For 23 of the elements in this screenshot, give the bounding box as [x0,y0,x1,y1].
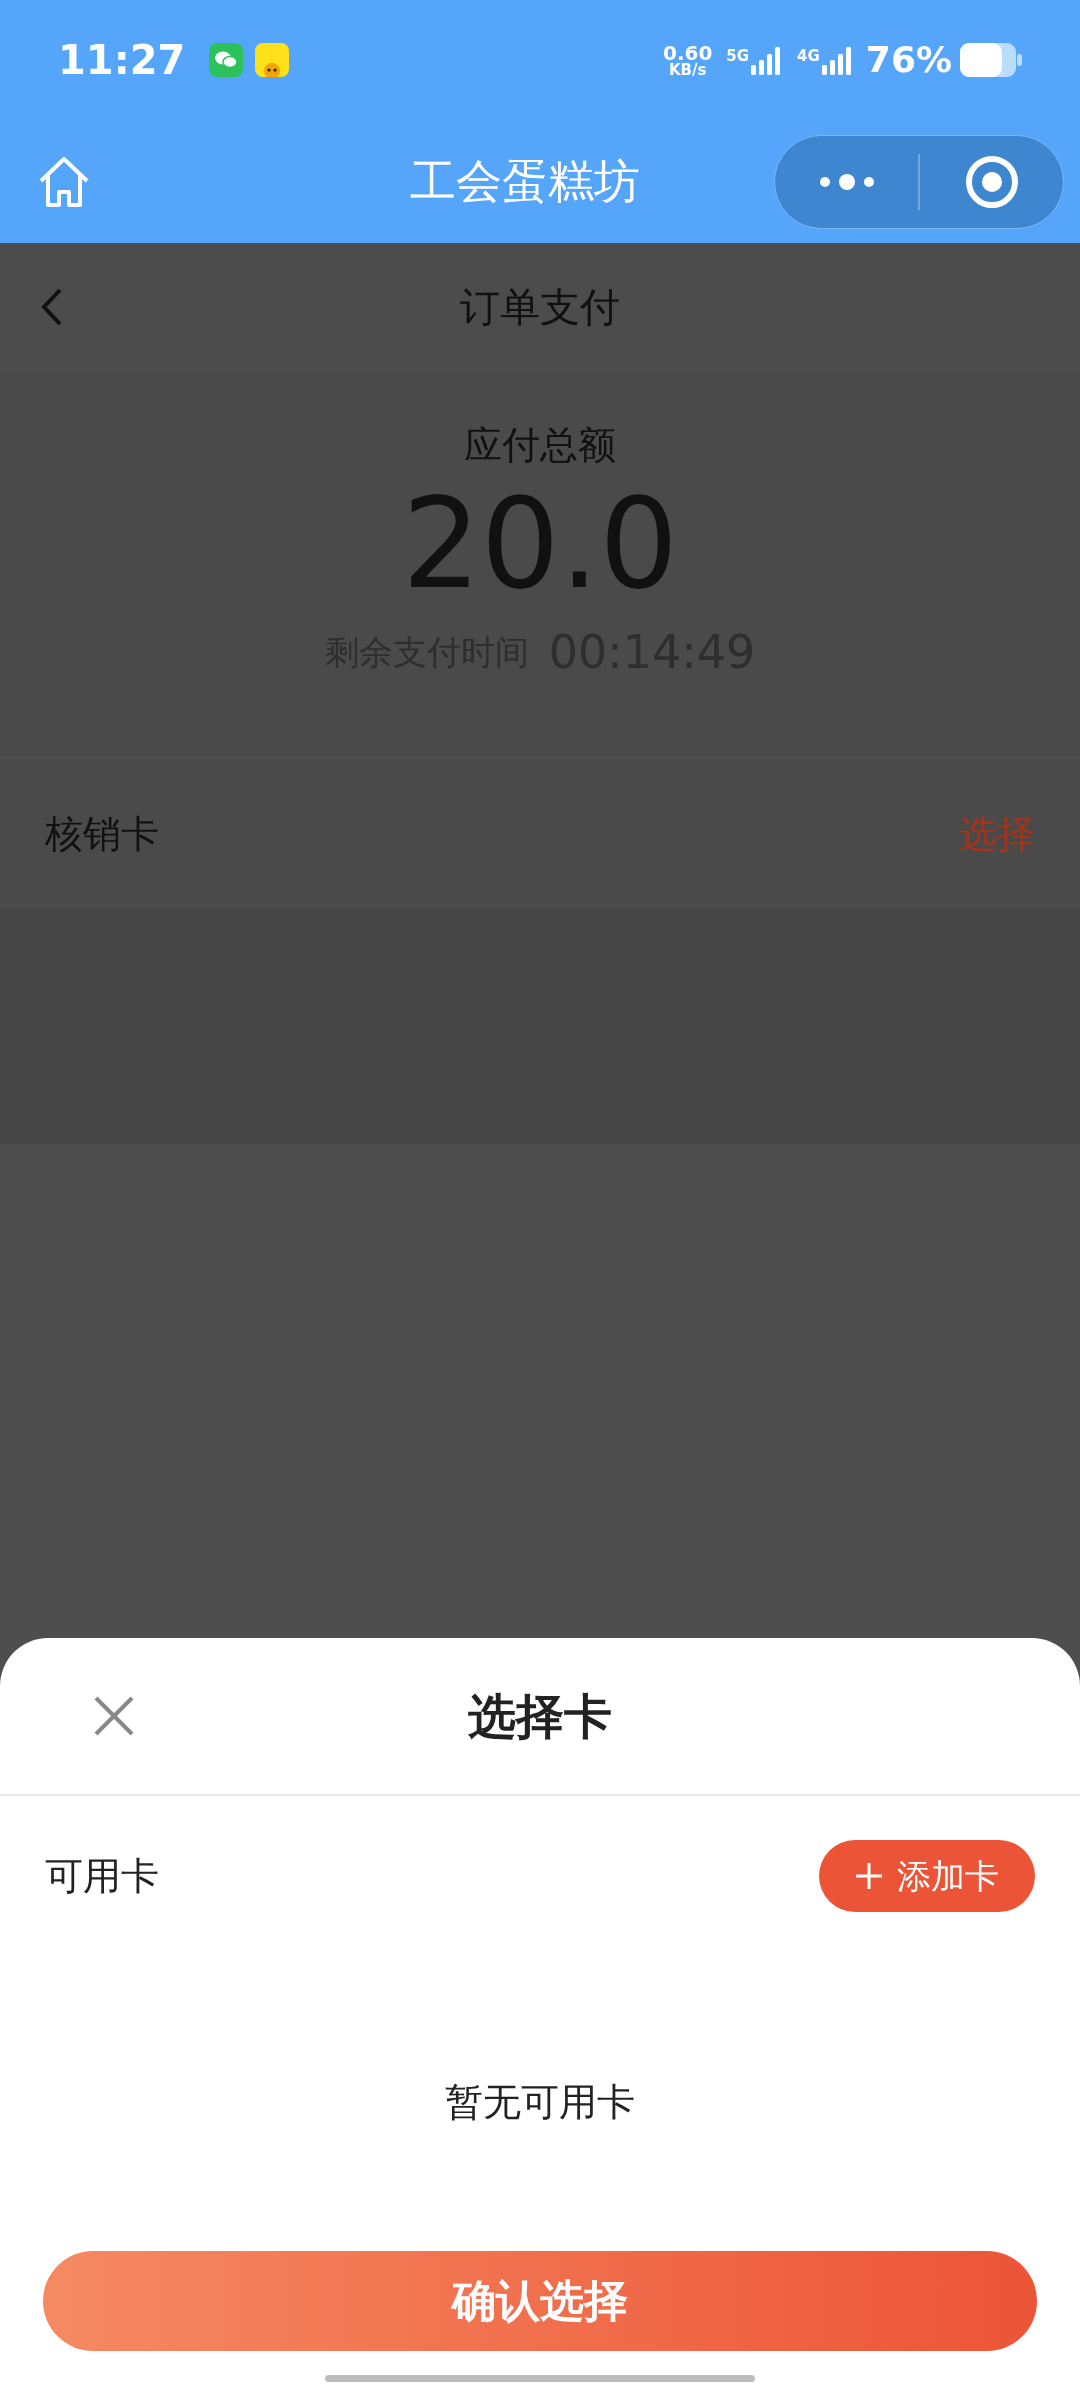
status-time: 11:27 [58,36,186,85]
network-type: 5G [726,46,750,67]
mini-app-title: 工会蛋糕坊 [410,153,640,210]
sheet-title: 选择卡 [467,1687,613,1746]
back-icon[interactable] [40,286,64,327]
battery-icon [960,43,1022,77]
page-title: 订单支付 [459,282,621,332]
plus-icon [855,1862,883,1890]
card-row[interactable]: 核销卡 选择 [0,759,1080,909]
add-card-button[interactable]: 添加卡 [819,1840,1035,1912]
market-app-icon [255,43,290,77]
speed-unit: KB/s [668,62,707,78]
close-icon[interactable] [92,1694,136,1738]
network-type: 4G [797,46,820,67]
battery-percent: 76% [865,38,952,82]
total-label: 应付总额 [464,422,616,469]
section-label: 可用卡 [45,1852,159,1900]
amount-value: 20.0 [401,474,679,614]
confirm-button[interactable]: 确认选择 [43,2251,1037,2351]
speed-value: 0.60 [662,42,713,63]
empty-message: 暂无可用卡 [445,2078,635,2126]
chat-app-icon [209,43,244,77]
card-row-label: 核销卡 [45,810,159,858]
